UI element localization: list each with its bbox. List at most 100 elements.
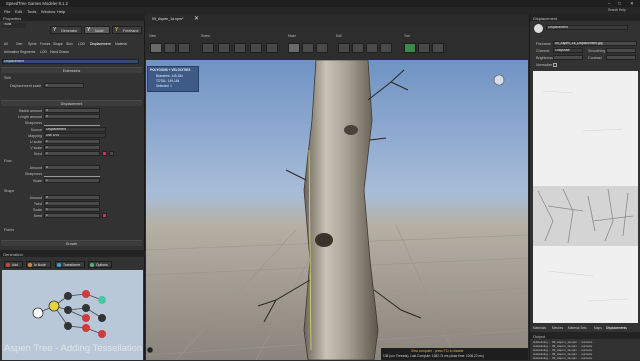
tab-hand-drawn[interactable]: Hand Drawn (50, 50, 69, 54)
leaf-node-1[interactable] (82, 290, 90, 298)
edit-button-4[interactable] (380, 43, 392, 53)
leaf-node-3[interactable] (82, 324, 90, 332)
minimize-button[interactable]: – (608, 1, 611, 6)
flow-scale-field[interactable]: 1 (44, 178, 100, 183)
maximize-button[interactable]: □ (618, 1, 621, 6)
scene-button-1[interactable] (202, 43, 214, 53)
shape-scale-field[interactable]: 1 (44, 207, 100, 212)
tab-maps[interactable]: Maps (594, 326, 602, 330)
view-button-2[interactable] (164, 43, 176, 53)
search-help-label[interactable]: Search Help (608, 8, 626, 12)
radial-amount-field[interactable]: 0 (44, 108, 100, 113)
brightness-field[interactable] (553, 55, 583, 60)
branch-node-5[interactable] (98, 314, 106, 322)
filename-field[interactable]: 09_Aspen_1a_Displacement.jpg (553, 41, 637, 46)
3d-scene[interactable]: POLYGONS + VELOCITIES Branches: 149,184 … (146, 60, 528, 360)
tool-button-green[interactable] (404, 43, 416, 53)
camera-button[interactable] (150, 43, 162, 53)
leaf-node-5[interactable] (98, 330, 106, 338)
seed-field[interactable]: 1 (44, 151, 100, 156)
length-amount-field[interactable]: 0 (44, 114, 100, 119)
mode-button-3[interactable] (316, 43, 328, 53)
transfomer-button[interactable]: Transfomer (55, 261, 85, 268)
tab-gen[interactable]: Gen (16, 42, 22, 46)
edit-button-2[interactable] (352, 43, 364, 53)
displacement-dropdown[interactable]: Displacement (546, 25, 628, 30)
branch-node-4[interactable] (82, 304, 90, 312)
texture-hand-icon[interactable] (534, 24, 543, 33)
u-scale-field[interactable]: 1 (44, 139, 100, 144)
scene-button-2[interactable] (218, 43, 230, 53)
smoothing-field[interactable] (606, 48, 636, 53)
tab-segments[interactable]: Segments (20, 50, 35, 54)
flow-sharpness-curve[interactable] (44, 173, 100, 177)
tool-button-2[interactable] (418, 43, 430, 53)
edit-button-3[interactable] (366, 43, 378, 53)
add-button[interactable]: Add (4, 261, 23, 268)
tool-button-3[interactable] (432, 43, 444, 53)
edit-button-1[interactable] (338, 43, 350, 53)
twist-field[interactable]: 0 (44, 201, 100, 206)
tab-shape[interactable]: Shape (53, 42, 63, 46)
scene-button-3[interactable] (234, 43, 246, 53)
root-node[interactable] (32, 307, 44, 319)
menu-tools[interactable]: Tools (27, 9, 36, 14)
tab-lod[interactable]: LOD (78, 42, 85, 46)
flow-amount-field[interactable]: 0 (44, 165, 100, 170)
normalize-checkbox[interactable] (553, 62, 557, 67)
displacement-scale-label: Displacement scale (10, 84, 42, 88)
growth-section[interactable]: Growth (1, 240, 142, 246)
extensions-section[interactable]: Extensions (1, 67, 142, 73)
menu-window[interactable]: Window (41, 9, 55, 14)
source-select[interactable]: Displacement (44, 127, 106, 132)
tab-material-sets[interactable]: Material Sets (568, 326, 587, 330)
branch-node-1[interactable] (64, 292, 72, 300)
tab-displacements[interactable]: Displacements (606, 326, 627, 330)
freehand-icon: Y (115, 27, 119, 33)
menu-edit[interactable]: Edit (15, 9, 22, 14)
mode-select-button[interactable] (288, 43, 300, 53)
shape-seed-swatch[interactable] (102, 213, 107, 218)
tab-materials[interactable]: Materials (533, 326, 546, 330)
channel-select[interactable]: Grayscale (553, 48, 583, 53)
options-button[interactable]: Options (88, 261, 112, 268)
tab-forces[interactable]: Forces (40, 42, 50, 46)
seed-randomize-swatch[interactable] (102, 151, 107, 156)
tab-meshes[interactable]: Meshes (552, 326, 563, 330)
leaf-node-2[interactable] (82, 314, 90, 322)
tab-spine[interactable]: Spine (28, 42, 37, 46)
tab-all[interactable]: All (4, 42, 8, 46)
shape-amount-field[interactable]: 0 (44, 195, 100, 200)
leaf-node-4[interactable] (98, 296, 106, 304)
tab-skin[interactable]: Skin (66, 42, 73, 46)
tab-displacement[interactable]: Displacement (90, 42, 111, 46)
status-info: 138 (our Threads). Last Compute: 1382.74… (383, 354, 484, 358)
view-button-3[interactable] (178, 43, 190, 53)
flow-sharpness-label: Sharpness (24, 172, 42, 176)
displacement-section[interactable]: Displacement (1, 100, 142, 106)
v-scale-field[interactable]: 1 (44, 145, 100, 150)
menu-help[interactable]: Help (57, 9, 65, 14)
tab-material[interactable]: Material (115, 42, 127, 46)
bark-knot-2 (344, 125, 358, 135)
mode-button-2[interactable] (302, 43, 314, 53)
contrast-field[interactable] (606, 55, 636, 60)
menu-file[interactable]: File (4, 9, 10, 14)
branch-node-2[interactable] (64, 306, 72, 314)
mapping-select[interactable]: Use UVs (44, 133, 106, 138)
shape-seed-field[interactable]: 1 (44, 213, 100, 218)
section-select[interactable]: Displacement (2, 59, 139, 64)
tab-lod-2[interactable]: LOD (40, 50, 47, 54)
compass-icon[interactable] (493, 74, 505, 86)
sharpness-curve[interactable] (44, 122, 100, 126)
document-tab[interactable]: 09_Aspen_1a.spm* (152, 17, 183, 21)
in-node-button[interactable]: In Node (26, 261, 51, 268)
scene-button-4[interactable] (250, 43, 262, 53)
seed-lock-button[interactable] (109, 151, 114, 156)
trunk-node[interactable] (48, 300, 60, 312)
scene-button-5[interactable] (266, 43, 278, 53)
branch-node-3[interactable] (64, 322, 72, 330)
tab-animation[interactable]: Animation (4, 50, 19, 54)
displacement-scale-field[interactable]: 1 (44, 83, 84, 88)
close-tab-icon[interactable]: ✕ (194, 15, 199, 22)
